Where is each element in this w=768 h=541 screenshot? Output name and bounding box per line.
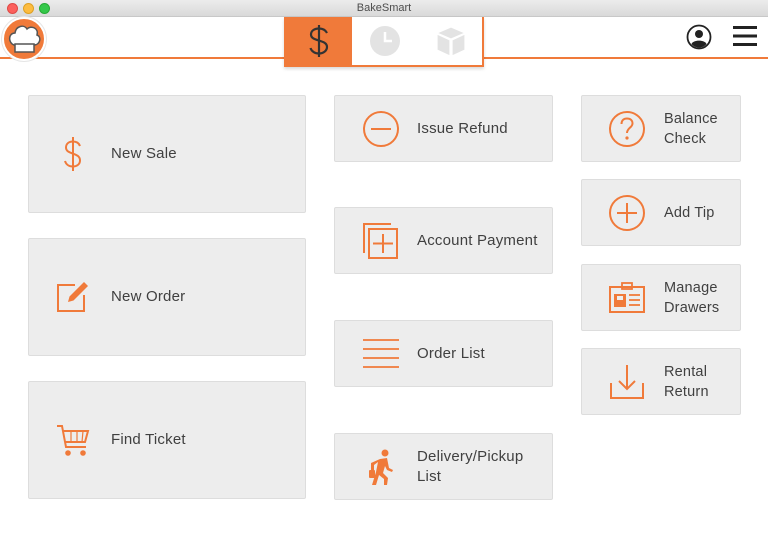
dollar-icon (309, 25, 329, 57)
delivery-pickup-label-line1: Delivery/Pickup (417, 447, 524, 465)
new-order-button[interactable]: New Order (28, 238, 306, 356)
order-list-label: Order List (417, 344, 485, 362)
download-tray-icon (604, 363, 650, 401)
minus-circle-icon (357, 110, 405, 148)
clock-icon (370, 26, 400, 56)
rental-return-label-line1: Rental (664, 363, 708, 380)
edit-icon (53, 280, 93, 314)
box-icon (435, 26, 467, 57)
rental-return-label-line2: Return (664, 383, 709, 400)
rental-return-button[interactable]: Rental Return (581, 348, 741, 415)
find-ticket-button[interactable]: Find Ticket (28, 381, 306, 499)
manage-drawers-button[interactable]: Manage Drawers (581, 264, 741, 331)
list-icon (357, 337, 405, 371)
add-tip-label: Add Tip (664, 204, 715, 221)
tab-inventory[interactable] (418, 17, 484, 65)
balance-check-label-line2: Check (664, 130, 707, 147)
account-payment-label: Account Payment (417, 231, 538, 249)
balance-check-label: Balance Check (664, 109, 718, 149)
window-titlebar: BakeSmart (0, 0, 768, 17)
manage-drawers-label-line2: Drawers (664, 299, 720, 316)
mode-tabs (284, 17, 484, 67)
question-circle-icon (604, 110, 650, 148)
rental-return-label: Rental Return (664, 362, 709, 402)
issue-refund-label: Issue Refund (417, 119, 508, 137)
hamburger-menu-icon[interactable] (733, 24, 757, 48)
id-card-icon (604, 281, 650, 314)
manage-drawers-label: Manage Drawers (664, 278, 719, 318)
delivery-pickup-list-button[interactable]: Delivery/Pickup List (334, 433, 553, 500)
dollar-icon (53, 136, 93, 172)
manage-drawers-label-line1: Manage (664, 279, 718, 296)
new-order-label: New Order (111, 288, 186, 305)
tab-time[interactable] (352, 17, 418, 65)
issue-refund-button[interactable]: Issue Refund (334, 95, 553, 162)
add-tip-button[interactable]: Add Tip (581, 179, 741, 246)
cart-icon (53, 422, 93, 458)
find-ticket-label: Find Ticket (111, 431, 186, 448)
balance-check-button[interactable]: Balance Check (581, 95, 741, 162)
delivery-pickup-label-line2: List (417, 467, 442, 485)
walking-person-icon (357, 448, 405, 486)
account-payment-button[interactable]: Account Payment (334, 207, 553, 274)
add-pages-icon (357, 221, 405, 261)
balance-check-label-line1: Balance (664, 110, 718, 127)
order-list-button[interactable]: Order List (334, 320, 553, 387)
window-title: BakeSmart (356, 2, 412, 14)
chef-hat-icon[interactable] (2, 17, 46, 61)
user-icon[interactable] (686, 24, 712, 50)
new-sale-button[interactable]: New Sale (28, 95, 306, 213)
plus-circle-icon (604, 194, 650, 232)
tab-sale[interactable] (286, 17, 352, 65)
delivery-pickup-label: Delivery/Pickup List (417, 447, 523, 487)
new-sale-label: New Sale (111, 145, 177, 162)
